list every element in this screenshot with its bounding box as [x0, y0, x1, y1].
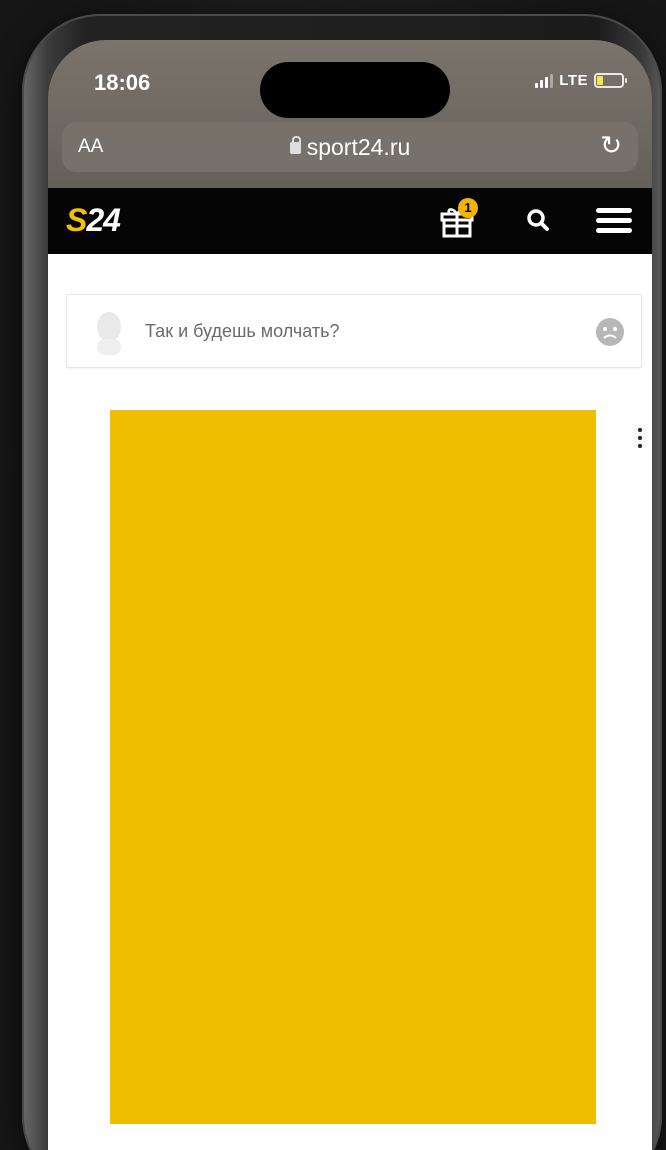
search-icon[interactable] — [524, 206, 552, 234]
scene: 18:06 LTE AA sport24.ru ↻ S24 1 Так и бу… — [0, 0, 666, 1150]
phone-screen: 18:06 LTE AA sport24.ru ↻ S24 1 Так и бу… — [48, 40, 652, 1150]
url-text: sport24.ru — [306, 134, 411, 160]
menu-icon[interactable] — [596, 208, 632, 234]
ad-banner[interactable] — [110, 410, 596, 1124]
comment-input[interactable]: Так и будешь молчать? — [66, 294, 642, 368]
address-bar[interactable]: AA sport24.ru ↻ — [62, 122, 638, 172]
url-display[interactable]: sport24.ru — [62, 134, 638, 161]
emoji-icon[interactable] — [595, 317, 625, 347]
logo-number: 24 — [86, 202, 121, 238]
kebab-menu-icon[interactable] — [634, 428, 646, 458]
lock-icon — [289, 136, 301, 154]
battery-icon — [594, 73, 627, 88]
browser-chrome: 18:06 LTE AA sport24.ru ↻ — [48, 40, 652, 188]
logo-s: S — [66, 202, 87, 238]
signal-icon — [535, 73, 554, 88]
site-logo[interactable]: S24 — [66, 202, 121, 239]
gift-badge: 1 — [458, 198, 478, 218]
status-indicators: LTE — [535, 72, 627, 89]
network-label: LTE — [559, 72, 588, 89]
status-time: 18:06 — [94, 70, 151, 95]
dynamic-island — [260, 62, 450, 118]
avatar-icon — [97, 312, 121, 355]
reload-icon[interactable]: ↻ — [600, 130, 622, 161]
site-header: S24 1 — [48, 188, 652, 254]
page-content: Так и будешь молчать? — [48, 254, 652, 1150]
comment-placeholder: Так и будешь молчать? — [145, 321, 340, 341]
